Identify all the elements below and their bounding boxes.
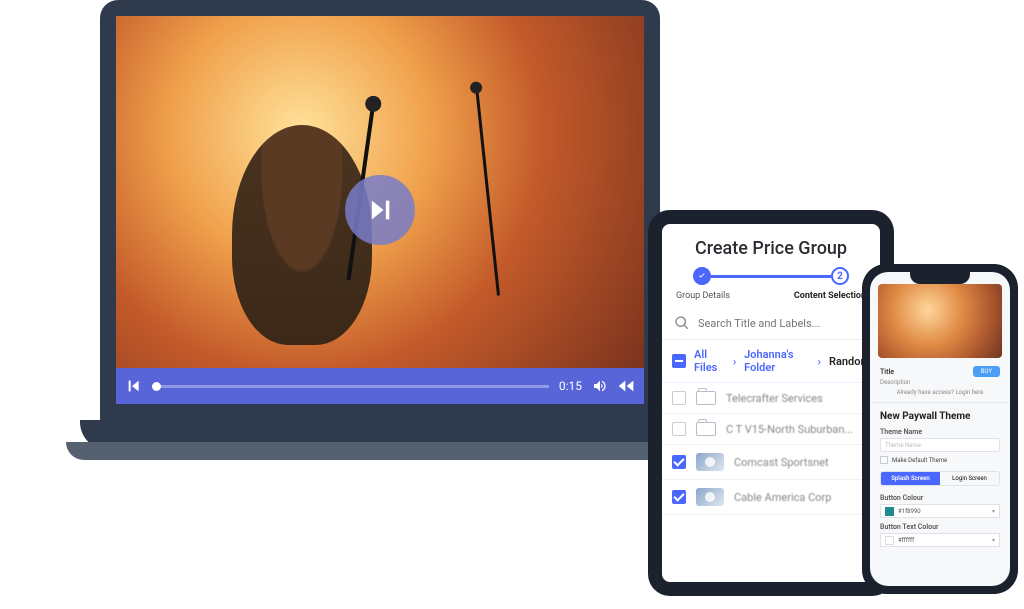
section-heading: New Paywall Theme [870,409,1010,424]
laptop-base [80,420,680,450]
checkbox-checked[interactable] [672,455,686,469]
chevron-right-icon: › [733,355,736,368]
list-item[interactable]: C T V15-North Suburban... [662,414,880,445]
video-player[interactable]: 0:15 [116,16,644,404]
progress-bar[interactable] [152,385,549,388]
page-title: Create Price Group [662,224,880,267]
phone-notch [910,272,970,284]
list-item[interactable]: Telecrafter Services [662,383,880,414]
tablet-device: Create Price Group 2 Group Details Conte… [648,210,894,596]
folder-icon [696,391,716,405]
phone-device: Title BUY Description Already have acces… [862,264,1018,594]
chevron-down-icon: ▾ [992,537,995,544]
tab-splash[interactable]: Splash Screen [881,472,940,485]
description-label: Description [880,379,1000,386]
collapse-icon[interactable] [672,354,686,368]
colour-value: #ffffff [898,537,914,544]
rewind-icon[interactable] [618,378,634,394]
skip-back-icon[interactable] [126,378,142,394]
divider [870,402,1010,403]
folder-icon [696,422,716,436]
checkbox-checked[interactable] [672,490,686,504]
step-complete-icon[interactable] [693,267,711,285]
step-line [711,275,831,278]
chevron-right-icon: › [818,355,821,368]
singer-image [232,125,372,345]
step-labels: Group Details Content Selection [662,289,880,311]
video-time: 0:15 [559,379,582,393]
item-label: C T V15-North Suburban... [726,423,853,436]
item-label: Cable America Corp [734,491,831,504]
checkbox[interactable] [672,422,686,436]
theme-name-input[interactable]: Theme Name [880,438,1000,452]
video-thumbnail [696,488,724,506]
colour-value: #1f8990 [898,508,921,515]
default-theme-checkbox[interactable]: Make Default Theme [870,453,1010,467]
paywall-hero-image [878,284,1002,358]
chevron-down-icon: ▾ [992,508,995,515]
button-text-colour-picker[interactable]: #ffffff ▾ [880,533,1000,547]
play-next-button[interactable] [345,175,415,245]
crumb-link[interactable]: All Files [694,348,725,374]
colour-swatch [885,507,894,516]
step-label: Content Selection [794,291,866,301]
button-colour-picker[interactable]: #1f8990 ▾ [880,504,1000,518]
search-row [662,311,880,340]
breadcrumb: All Files › Johanna's Folder › Random [662,340,880,383]
tablet-screen: Create Price Group 2 Group Details Conte… [662,224,880,582]
step-current[interactable]: 2 [831,267,849,285]
title-label: Title [880,368,894,376]
volume-icon[interactable] [592,378,608,394]
phone-screen: Title BUY Description Already have acces… [870,272,1010,586]
tab-login[interactable]: Login Screen [940,472,999,485]
checkbox[interactable] [672,391,686,405]
item-label: Comcast Sportsnet [734,456,829,469]
colour-swatch [885,536,894,545]
microphone-icon [475,86,500,295]
screen-tabs: Splash Screen Login Screen [880,471,1000,486]
login-link[interactable]: Already have access? Login here [880,389,1000,396]
buy-button[interactable]: BUY [973,366,1000,377]
field-label: Button Colour [870,490,1010,503]
item-label: Telecrafter Services [726,392,823,405]
crumb-link[interactable]: Johanna's Folder [744,348,810,374]
search-input[interactable] [698,317,868,330]
step-label: Group Details [676,291,730,301]
list-item[interactable]: Cable America Corp [662,480,880,515]
laptop-device: 0:15 [80,0,680,450]
field-label: Theme Name [870,424,1010,437]
video-thumbnail [696,453,724,471]
search-icon[interactable] [674,315,690,331]
stepper: 2 [662,267,880,289]
checkbox[interactable] [880,456,888,464]
paywall-meta: Title BUY Description Already have acces… [870,364,1010,396]
list-item[interactable]: Comcast Sportsnet [662,445,880,480]
field-label: Button Text Colour [870,519,1010,532]
video-controls: 0:15 [116,368,644,404]
checkbox-label: Make Default Theme [892,457,947,464]
laptop-screen: 0:15 [100,0,660,420]
